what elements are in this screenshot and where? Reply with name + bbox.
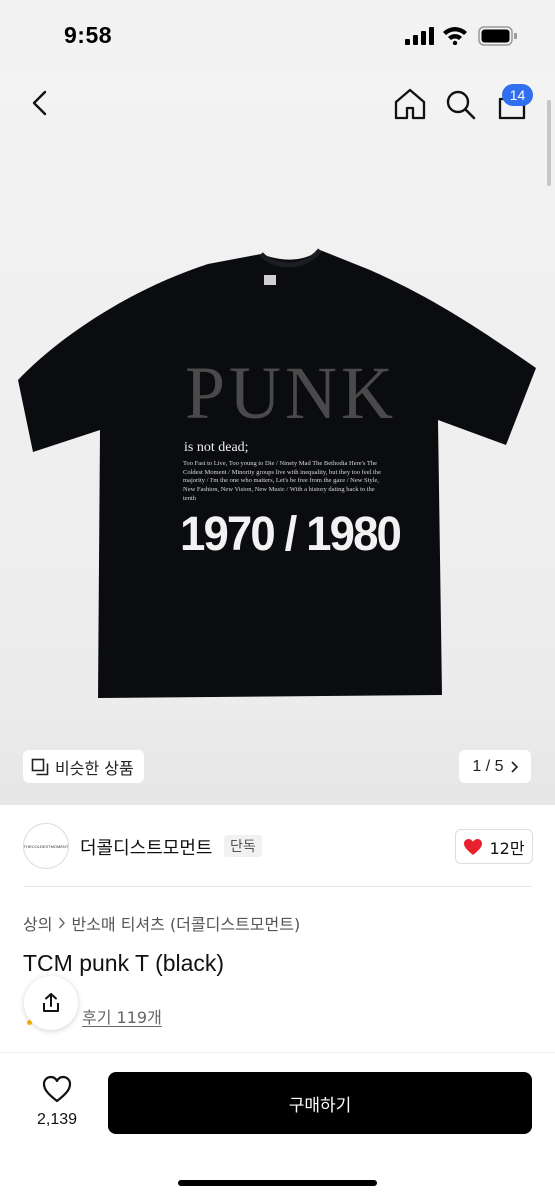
signal-icon (405, 27, 434, 45)
brand-name[interactable]: 더콜디스트모먼트 (80, 834, 212, 860)
brand-logo-text: THECOLDESTMOMENT (23, 843, 69, 849)
similar-products-label: 비슷한 상품 (55, 758, 134, 778)
wishlist-count: 2,139 (36, 1111, 78, 1128)
scrollbar[interactable] (547, 100, 551, 186)
brand-logo[interactable]: THECOLDESTMOMENT (23, 823, 69, 869)
share-button[interactable] (24, 976, 78, 1030)
heart-outline-icon (42, 1075, 72, 1103)
chevron-right-icon (59, 917, 66, 929)
status-bar: 9:58 (0, 0, 555, 75)
exclusive-badge: 단독 (224, 835, 262, 857)
similar-products-button[interactable]: 비슷한 상품 (23, 750, 144, 783)
pager-text: 1 / 5 (472, 757, 504, 775)
copy-icon (31, 758, 49, 775)
reviews-link[interactable]: 후기 119개 (82, 1004, 162, 1028)
cart-count-badge: 14 (502, 84, 533, 106)
search-icon[interactable] (445, 89, 477, 121)
breadcrumb-subcategory[interactable]: 반소매 티셔츠 (더콜디스트모먼트) (71, 911, 300, 935)
image-pager[interactable]: 1 / 5 (459, 750, 531, 783)
home-indicator (178, 1180, 377, 1186)
share-icon (43, 993, 59, 1012)
breadcrumb: 상의 반소매 티셔츠 (더콜디스트모먼트) (23, 911, 300, 935)
wishlist-button[interactable]: 2,139 (30, 1075, 84, 1129)
buy-button[interactable]: 구매하기 (108, 1072, 532, 1134)
chevron-right-icon (510, 760, 518, 773)
status-time: 9:58 (64, 22, 113, 48)
brand-like-count: 12만 (489, 838, 525, 858)
heart-filled-icon (464, 838, 483, 855)
home-icon[interactable] (393, 87, 427, 121)
tshirt-image (18, 248, 536, 698)
breadcrumb-category[interactable]: 상의 (23, 911, 52, 935)
battery-icon (478, 26, 517, 46)
back-icon[interactable] (26, 88, 54, 118)
brand-like-button[interactable]: 12만 (455, 829, 533, 864)
product-title: TCM punk T (black) (23, 950, 225, 976)
wifi-icon (443, 27, 467, 45)
divider (23, 886, 532, 887)
